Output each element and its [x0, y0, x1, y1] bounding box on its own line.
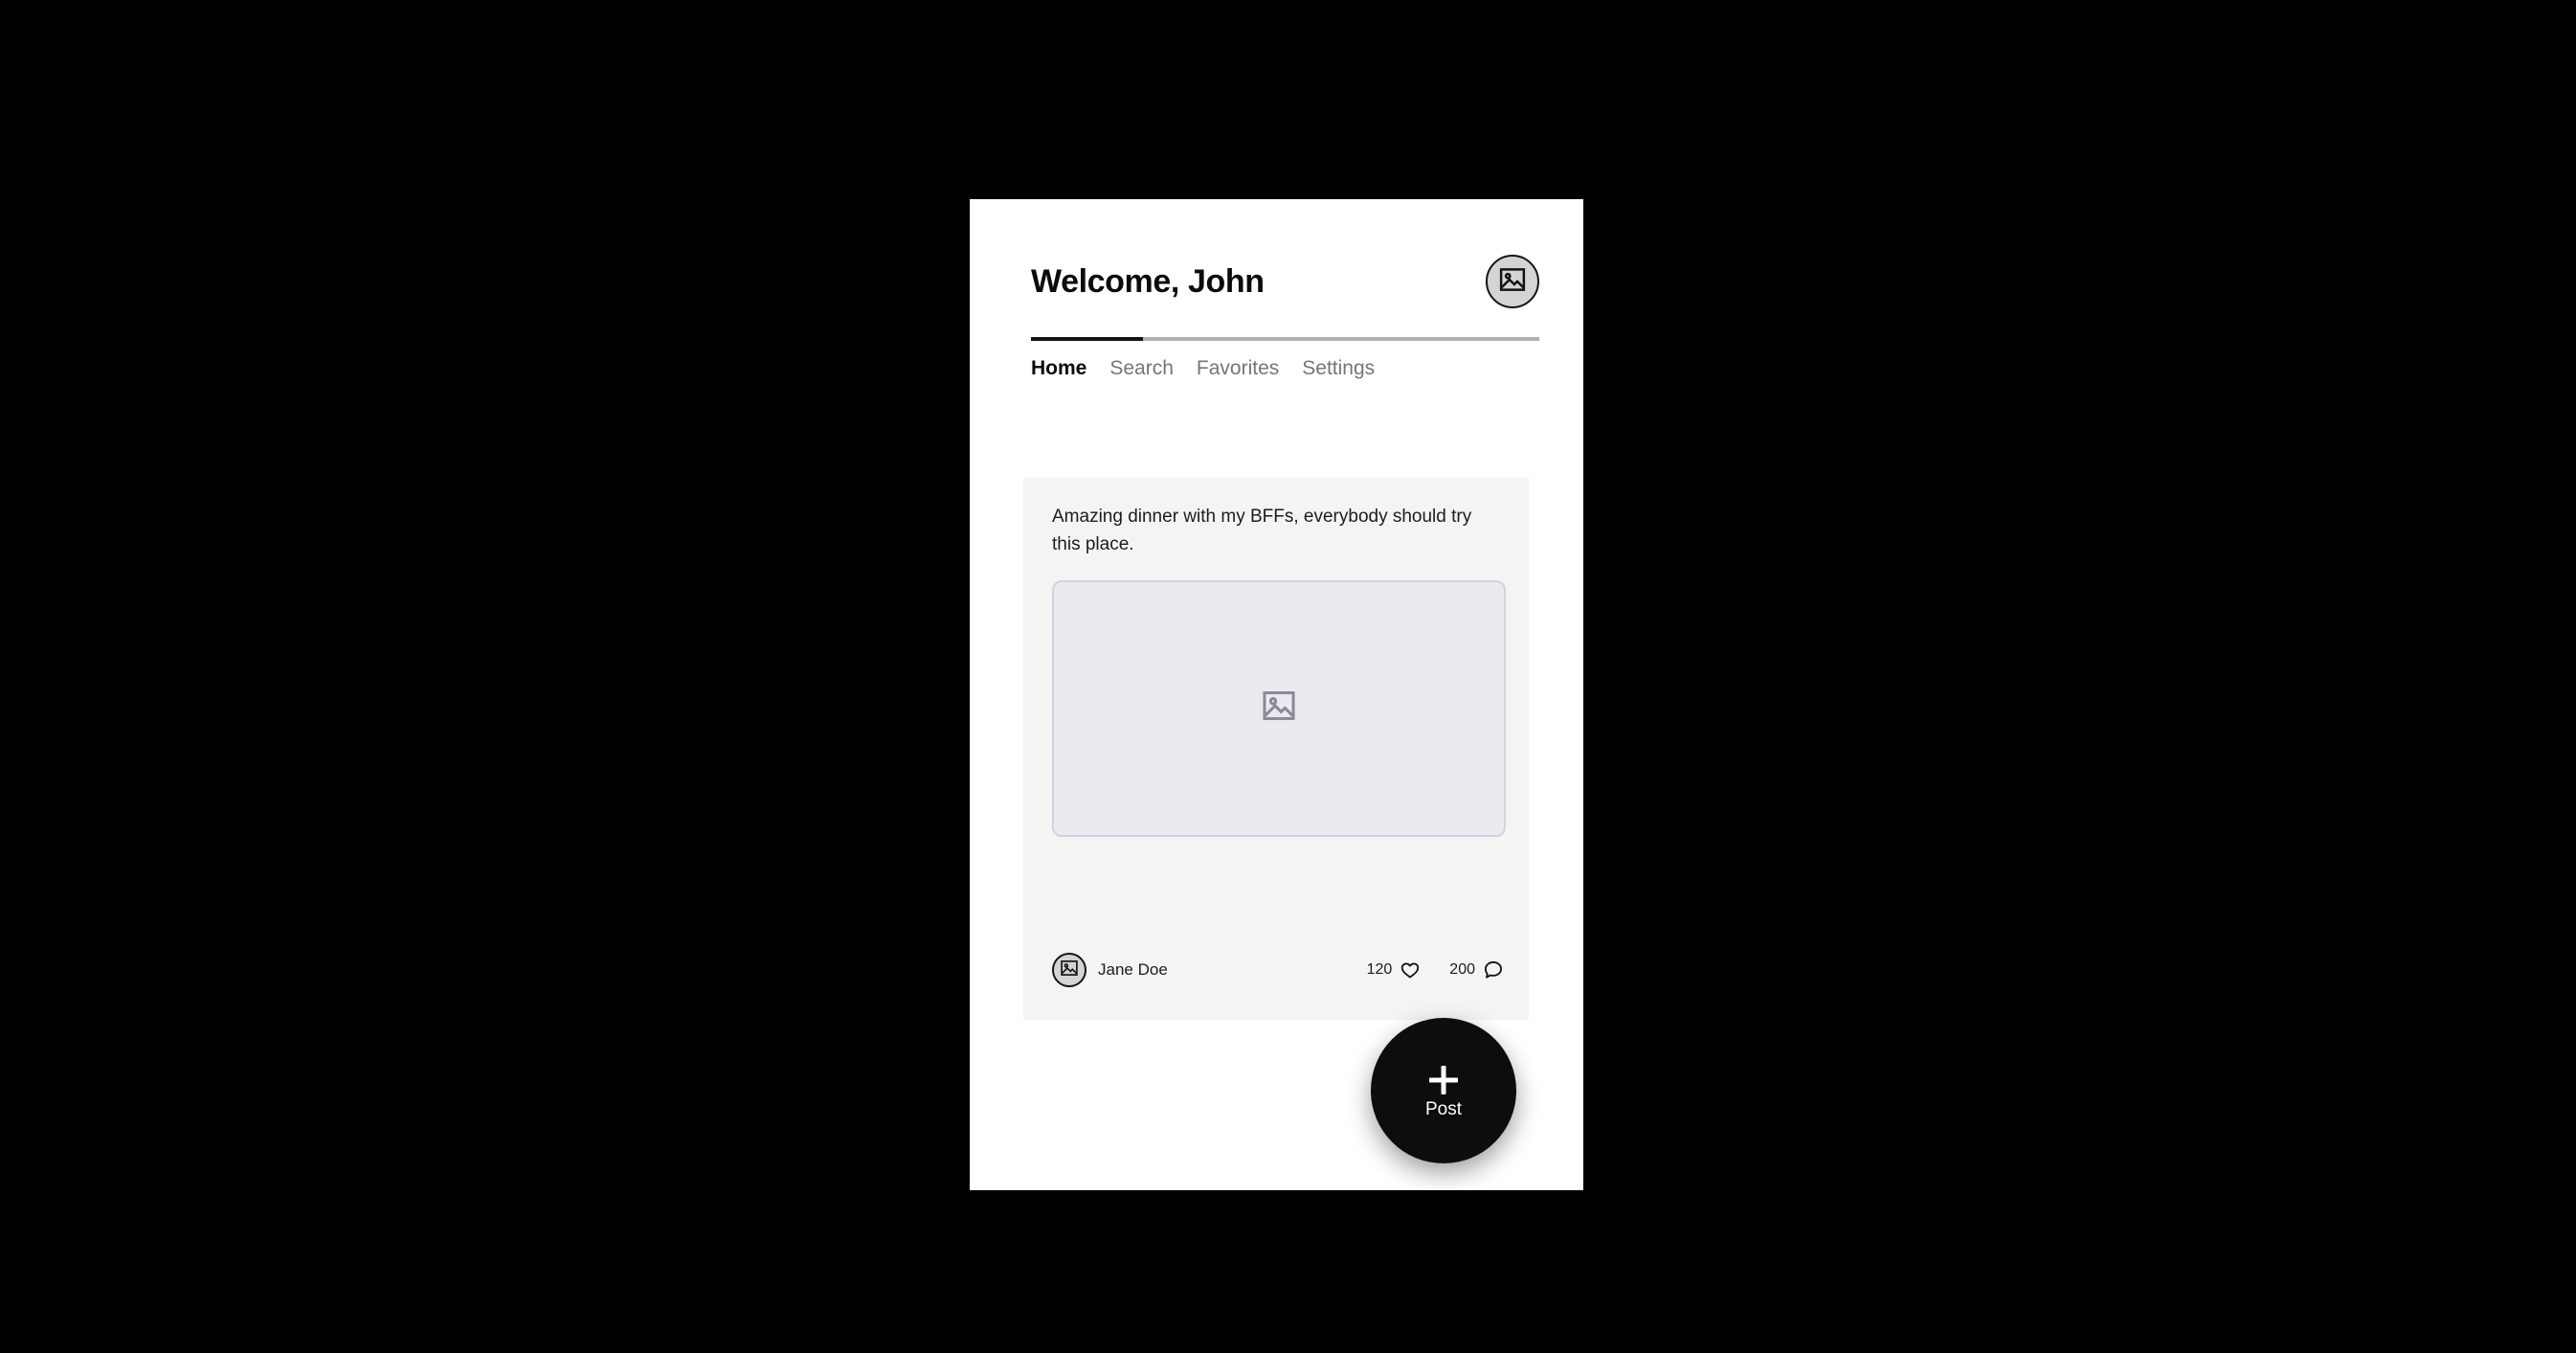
- image-placeholder-icon: [1498, 265, 1527, 299]
- comment-count: 200: [1449, 961, 1475, 978]
- author-avatar[interactable]: [1052, 953, 1086, 987]
- tab-indicator-active: [1031, 337, 1143, 341]
- post-card[interactable]: Amazing dinner with my BFFs, everybody s…: [1023, 478, 1529, 1020]
- tab-home[interactable]: Home: [1031, 356, 1086, 381]
- post-text: Amazing dinner with my BFFs, everybody s…: [1052, 507, 1472, 555]
- like-count: 120: [1366, 961, 1393, 978]
- post-author[interactable]: Jane Doe: [1052, 953, 1168, 987]
- like-stat[interactable]: 120: [1367, 959, 1422, 981]
- app-panel: Welcome, John Home Search Favorites Sett…: [970, 199, 1583, 1190]
- heart-icon[interactable]: [1400, 959, 1421, 981]
- post-stats: 120 200: [1367, 959, 1504, 981]
- comment-stat[interactable]: 200: [1449, 959, 1504, 981]
- profile-avatar-button[interactable]: [1486, 255, 1539, 308]
- app-header: Welcome, John: [1031, 245, 1539, 318]
- tab-indicator-track: [1031, 337, 1539, 341]
- plus-icon: [1427, 1064, 1460, 1096]
- post-media-placeholder[interactable]: [1052, 579, 1506, 837]
- create-post-button[interactable]: Post: [1371, 1018, 1516, 1163]
- create-post-label: Post: [1424, 1098, 1463, 1119]
- tab-search[interactable]: Search: [1109, 356, 1174, 381]
- image-placeholder-icon: [1261, 688, 1297, 729]
- comment-bubble-icon[interactable]: [1483, 959, 1504, 981]
- tab-favorites[interactable]: Favorites: [1197, 356, 1279, 381]
- tab-settings[interactable]: Settings: [1302, 356, 1375, 381]
- author-name: Jane Doe: [1098, 960, 1168, 979]
- post-footer: Jane Doe 120 200: [1052, 953, 1504, 987]
- tab-bar: Home Search Favorites Settings: [1031, 356, 1539, 381]
- page-title: Welcome, John: [1031, 263, 1265, 300]
- image-placeholder-icon: [1060, 958, 1079, 982]
